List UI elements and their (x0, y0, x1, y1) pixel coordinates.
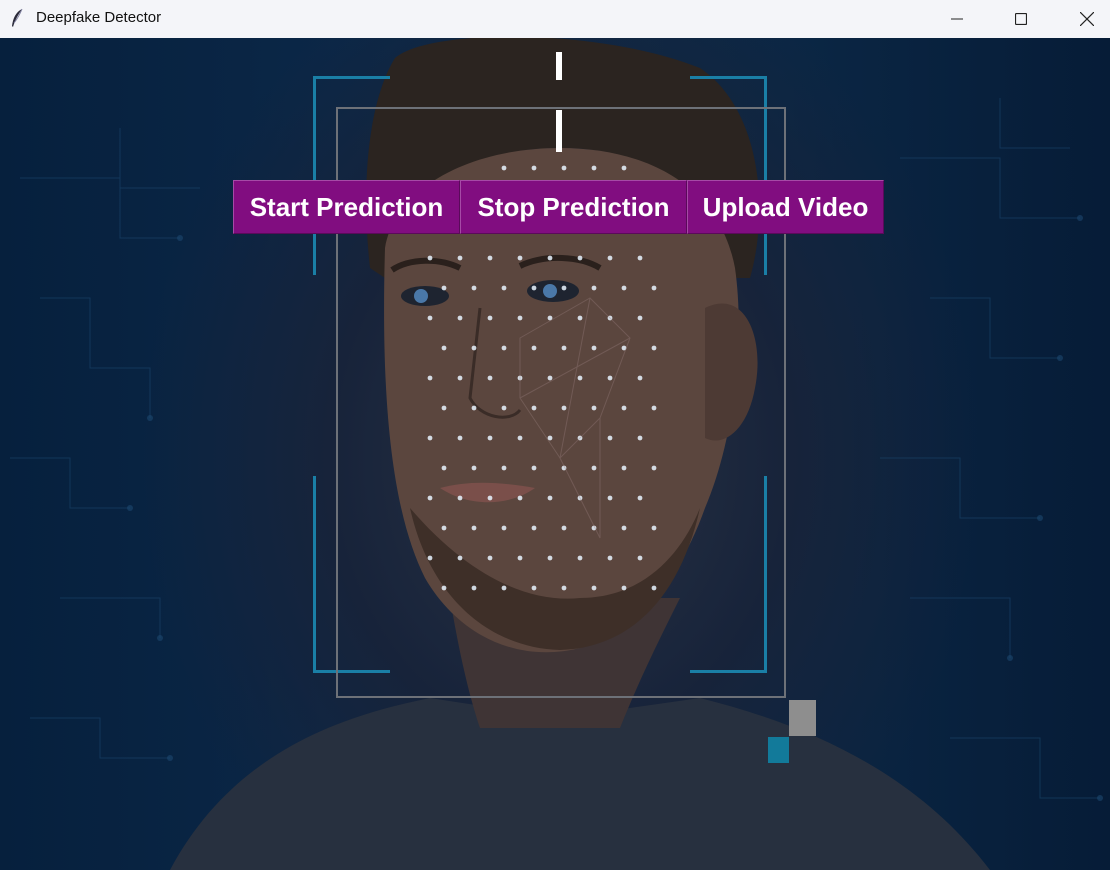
title-bar: Deepfake Detector (0, 0, 1110, 38)
upload-video-button[interactable]: Upload Video (687, 180, 884, 234)
scan-marker-upper (556, 110, 562, 152)
stop-prediction-button[interactable]: Stop Prediction (460, 180, 687, 234)
start-prediction-button[interactable]: Start Prediction (233, 180, 460, 234)
window-title: Deepfake Detector (36, 9, 162, 26)
minimize-icon (951, 18, 963, 20)
maximize-button[interactable] (998, 0, 1044, 38)
close-icon (1080, 12, 1094, 26)
close-button[interactable] (1064, 0, 1110, 38)
app-canvas: Start Prediction Stop Prediction Upload … (0, 38, 1110, 870)
hud-square-teal (768, 737, 789, 763)
feather-icon (12, 8, 23, 27)
action-toolbar: Start Prediction Stop Prediction Upload … (233, 180, 884, 234)
hud-square-gray (789, 700, 816, 736)
maximize-icon (1015, 13, 1027, 25)
minimize-button[interactable] (934, 0, 980, 38)
scan-marker-top (556, 52, 562, 80)
